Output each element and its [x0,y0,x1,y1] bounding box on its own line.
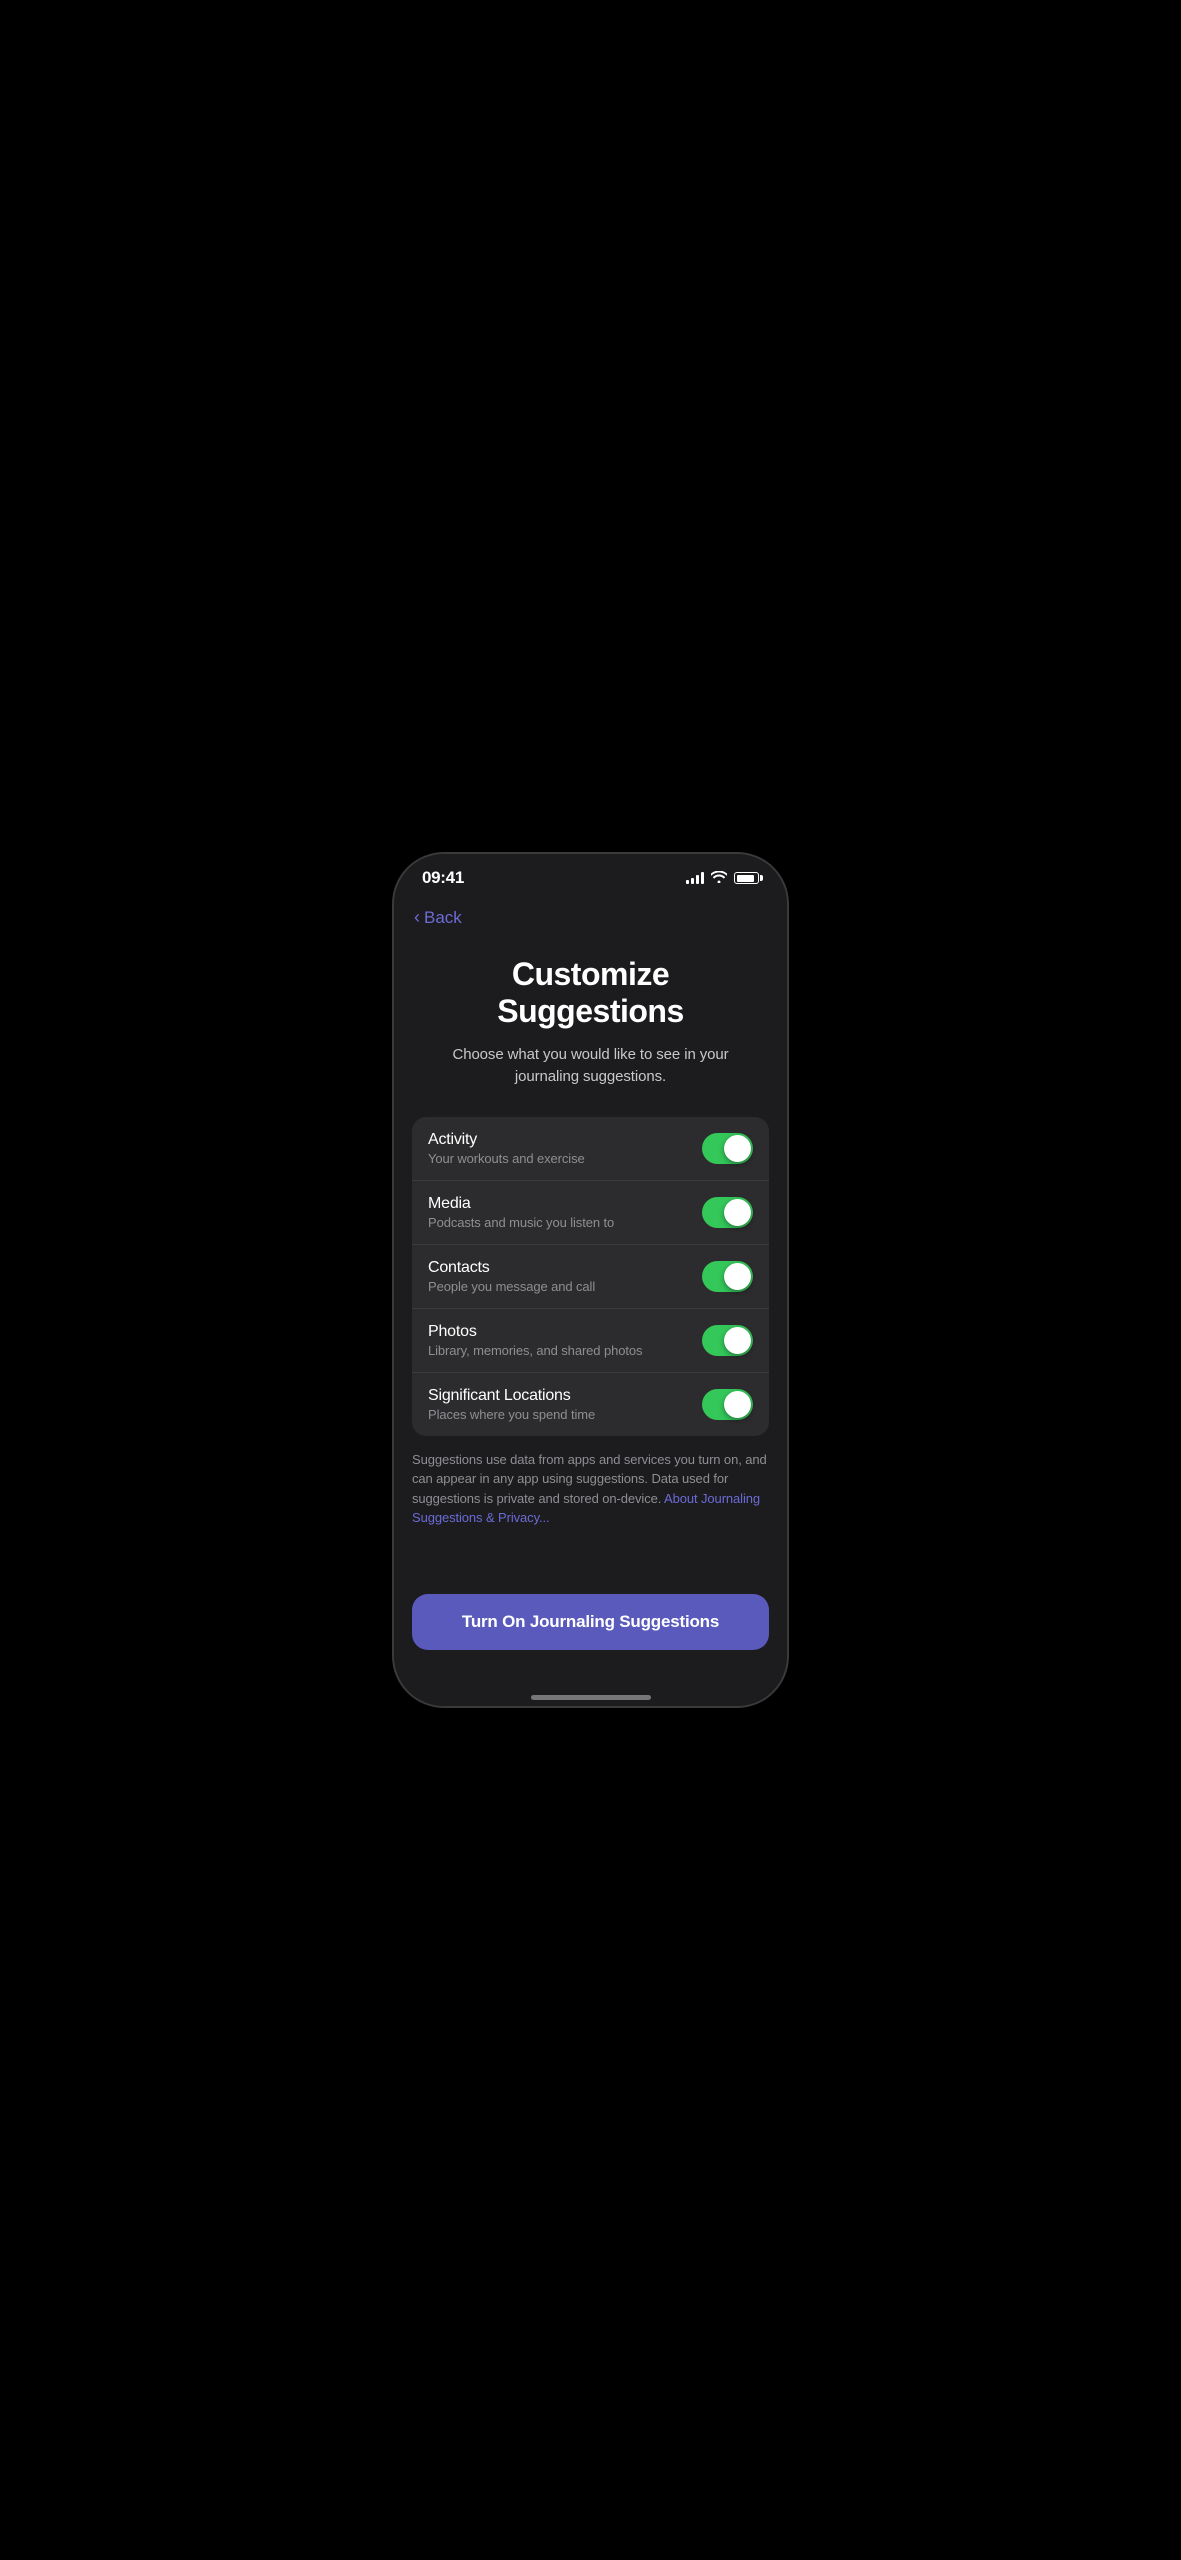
home-indicator [394,1678,787,1706]
phone-frame: 09:41 ‹ Back [394,854,787,1706]
settings-row-locations: Significant Locations Places where you s… [412,1373,769,1436]
wifi-icon [711,870,727,886]
settings-row-photos: Photos Library, memories, and shared pho… [412,1309,769,1373]
locations-toggle[interactable] [702,1389,753,1420]
settings-row-contacts: Contacts People you message and call [412,1245,769,1309]
photos-toggle[interactable] [702,1325,753,1356]
home-bar [531,1695,651,1700]
battery-icon [734,872,759,884]
settings-row-activity: Activity Your workouts and exercise [412,1117,769,1181]
page-title: Customize Suggestions [426,956,755,1030]
locations-title: Significant Locations [428,1387,686,1405]
footer-note: Suggestions use data from apps and servi… [412,1450,769,1528]
media-toggle[interactable] [702,1197,753,1228]
turn-on-button[interactable]: Turn On Journaling Suggestions [412,1594,769,1650]
locations-subtitle: Places where you spend time [428,1407,686,1422]
nav-bar: ‹ Back [394,896,787,936]
media-title: Media [428,1195,686,1213]
activity-title: Activity [428,1131,686,1149]
back-button[interactable]: ‹ Back [414,904,462,932]
settings-row-media: Media Podcasts and music you listen to [412,1181,769,1245]
contacts-subtitle: People you message and call [428,1279,686,1294]
photos-subtitle: Library, memories, and shared photos [428,1343,686,1358]
status-icons [686,870,759,886]
bottom-area: Turn On Journaling Suggestions [394,1578,787,1678]
contacts-title: Contacts [428,1259,686,1277]
status-bar: 09:41 [394,854,787,896]
photos-title: Photos [428,1323,686,1341]
page-content: ‹ Back Customize Suggestions Choose what… [394,896,787,1678]
media-subtitle: Podcasts and music you listen to [428,1215,686,1230]
signal-icon [686,872,704,884]
back-label: Back [424,908,462,928]
title-section: Customize Suggestions Choose what you wo… [394,936,787,1109]
back-chevron-icon: ‹ [414,907,420,928]
activity-subtitle: Your workouts and exercise [428,1151,686,1166]
settings-card: Activity Your workouts and exercise Medi… [412,1117,769,1436]
page-subtitle: Choose what you would like to see in you… [426,1044,755,1089]
activity-toggle[interactable] [702,1133,753,1164]
contacts-toggle[interactable] [702,1261,753,1292]
status-time: 09:41 [422,868,464,888]
